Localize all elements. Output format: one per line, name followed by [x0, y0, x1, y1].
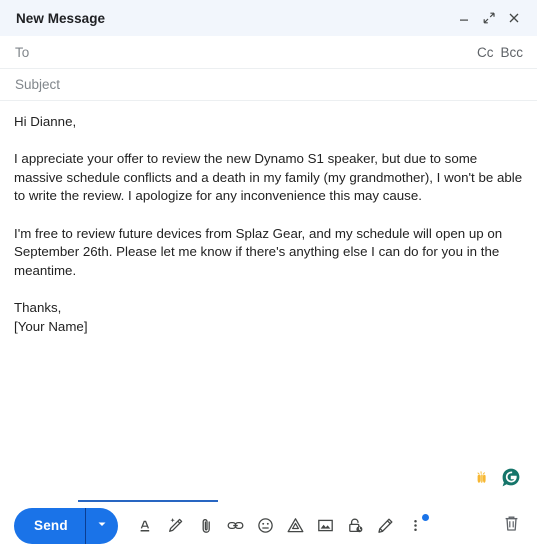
close-icon [507, 11, 521, 25]
more-options-button[interactable] [402, 512, 430, 540]
formatting-options-icon [137, 517, 155, 535]
send-button-label: Send [34, 518, 68, 533]
insert-drive-icon [286, 516, 305, 535]
minimize-icon [457, 11, 471, 25]
minimize-button[interactable] [453, 7, 475, 29]
celebration-hands-icon [474, 468, 494, 493]
to-row[interactable]: To Cc Bcc [0, 36, 537, 69]
cc-button[interactable]: Cc [477, 45, 494, 60]
bcc-button[interactable]: Bcc [500, 45, 523, 60]
fullscreen-button[interactable] [478, 7, 500, 29]
grammarly-logo-button[interactable] [499, 468, 523, 492]
subject-row[interactable]: Subject [0, 69, 537, 101]
confidential-mode-icon [346, 516, 365, 535]
insert-emoji-button[interactable] [252, 512, 280, 540]
send-options-button[interactable] [86, 508, 118, 544]
insert-photo-icon [316, 516, 335, 535]
insert-signature-icon [376, 516, 395, 535]
window-title: New Message [16, 10, 106, 26]
to-input[interactable]: To [15, 45, 477, 60]
insert-emoji-icon [256, 516, 275, 535]
attach-file-icon [197, 517, 215, 535]
subject-input[interactable]: Subject [15, 77, 523, 92]
insert-photo-button[interactable] [312, 512, 340, 540]
message-body-text[interactable]: Hi Dianne, I appreciate your offer to re… [14, 113, 523, 336]
grammarly-logo-icon [500, 467, 522, 494]
compose-window: New Message To Cc Bcc Subject Hi Dianne,… [0, 0, 537, 551]
fullscreen-icon [482, 11, 496, 25]
close-button[interactable] [503, 7, 525, 29]
confidential-mode-button[interactable] [342, 512, 370, 540]
toolbar-icon-group [132, 512, 497, 540]
notification-dot [421, 513, 429, 521]
send-button[interactable]: Send [14, 507, 118, 544]
attach-file-button[interactable] [192, 512, 220, 540]
insert-drive-button[interactable] [282, 512, 310, 540]
help-me-write-button[interactable] [162, 512, 190, 540]
discard-draft-button[interactable] [497, 512, 525, 540]
window-controls [453, 7, 525, 29]
message-body-area[interactable]: Hi Dianne, I appreciate your offer to re… [0, 101, 537, 500]
cc-bcc-group: Cc Bcc [477, 45, 523, 60]
discard-draft-icon [502, 514, 521, 538]
insert-sparkle-pen-icon [166, 516, 185, 535]
toolbar-accent-line [78, 500, 218, 502]
celebration-hands-button[interactable] [473, 469, 495, 491]
formatting-options-button[interactable] [132, 512, 160, 540]
compose-titlebar: New Message [0, 0, 537, 36]
insert-link-button[interactable] [222, 512, 250, 540]
grammarly-widgets [473, 468, 523, 492]
compose-toolbar: Send [0, 500, 537, 551]
insert-signature-button[interactable] [372, 512, 400, 540]
insert-link-icon [226, 516, 245, 535]
chevron-down-icon [96, 517, 108, 535]
